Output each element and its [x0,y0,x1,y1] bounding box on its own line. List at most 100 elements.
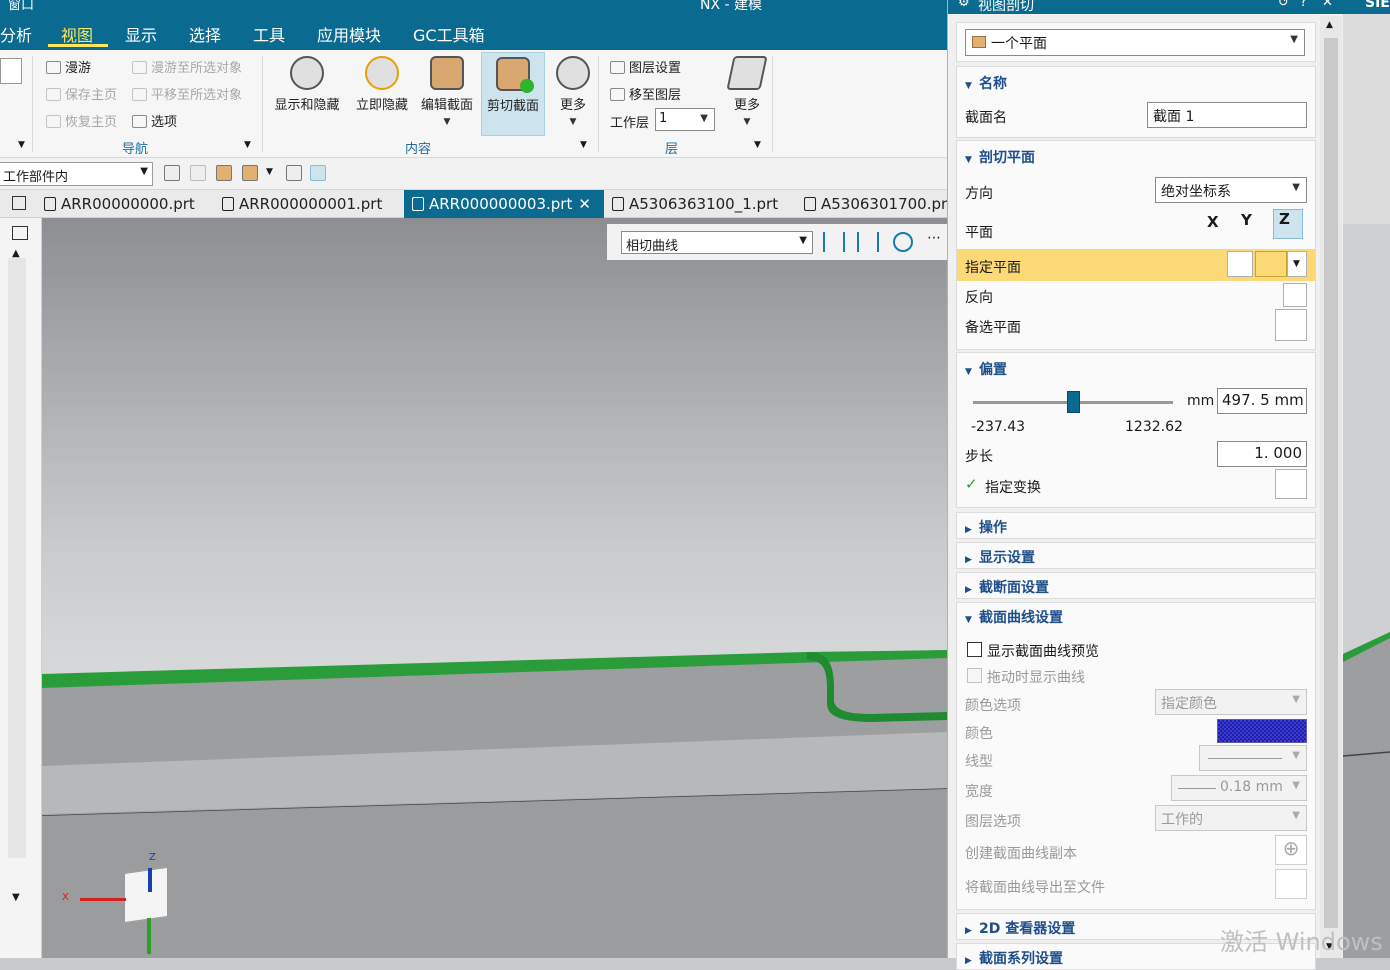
transform-icon[interactable] [1275,469,1307,499]
dialog-title-bar: ⚙ 视图剖切 ↺ ? ✕ [948,0,1344,14]
offset-value-input[interactable]: 497. 5 mm [1217,388,1307,414]
select-filter-icon[interactable] [164,165,180,181]
menu-gc-toolbox[interactable]: GC工具箱 [413,22,485,46]
immediate-hide-button[interactable]: 立即隐藏 [347,52,417,136]
menu-display[interactable]: 显示 [125,22,157,46]
menu-application[interactable]: 应用模块 [317,22,381,46]
menu-view[interactable]: 视图 [61,22,93,46]
pin-icon[interactable] [12,226,28,240]
section-lines-alt-icon[interactable] [857,232,879,252]
content-more-button[interactable]: 更多 ▼ [548,52,598,136]
scrollbar-thumb[interactable] [1324,38,1338,928]
save-home-button[interactable]: 保存主页 [46,84,117,103]
step-input[interactable]: 1. 000 [1217,441,1307,467]
chevron-down-icon[interactable]: ▼ [12,892,20,903]
chevron-up-icon[interactable]: ▲ [1326,20,1333,30]
more-dropdown-icon: ▼ [569,117,577,127]
options-button[interactable]: 选项 [132,111,177,130]
reset-icon[interactable]: ↺ [1278,0,1289,10]
menu-select[interactable]: 选择 [189,22,221,46]
layer-settings-button[interactable]: 图层设置 [610,57,681,76]
section-snap-icon[interactable] [893,232,913,252]
direction-select[interactable]: 绝对坐标系 ▼ [1155,177,1307,203]
edit-section-dropdown-icon: ▼ [443,117,451,127]
show-hide-button[interactable]: 显示和隐藏 [272,52,342,136]
export-file-icon[interactable] [1275,869,1307,899]
more-options-icon[interactable]: ⋯ [927,230,941,246]
work-layer-select[interactable]: 1 ▼ [655,108,715,131]
dialog-scrollbar[interactable]: ▲ ▼ [1320,16,1342,958]
show-hide-icon [290,56,324,90]
operation-header[interactable]: ▶ 操作 [965,517,1007,537]
move-to-layer-button[interactable]: 移至图层 [610,84,681,103]
offset-header[interactable]: ▼ 偏置 [965,359,1007,379]
assembly-select-icon[interactable] [242,165,258,181]
x-plane-icon[interactable]: X [1207,213,1233,239]
ribbon-expand-icon[interactable]: ▼ [18,140,25,150]
restore-home-button[interactable]: 恢复主页 [46,111,117,130]
y-plane-icon[interactable]: Y [1241,211,1267,237]
color-option-select[interactable]: 指定颜色 ▼ [1155,689,1307,715]
reverse-direction-icon[interactable] [1283,283,1307,307]
display-settings-header[interactable]: ▶ 显示设置 [965,547,1035,567]
section-lines-icon[interactable] [823,232,845,252]
content-group-expand-icon[interactable]: ▼ [580,140,587,150]
expand-icon: ▶ [965,926,972,936]
edit-section-button[interactable]: 编辑截面 ▼ [412,52,482,136]
ribbon-partial-button[interactable] [0,58,22,84]
document-tabs: ARR00000000.prt ARR000000001.prt ARR0000… [0,190,953,218]
layer-group-expand-icon[interactable]: ▼ [754,140,761,150]
ribbon: 漫游 漫游至所选对象 保存主页 平移至所选对象 恢复主页 选项 导航 ▼ ▼ 显… [0,50,950,158]
viewer-2d-header[interactable]: ▶ 2D 查看器设置 [965,918,1075,938]
shift-to-selection-button[interactable]: 平移至所选对象 [132,84,242,103]
cycle-icon[interactable] [1275,309,1307,341]
cut-face-settings-header[interactable]: ▶ 截断面设置 [965,577,1049,597]
menu-analysis[interactable]: 分析 [0,22,32,46]
layer-option-select[interactable]: 工作的 ▼ [1155,805,1307,831]
z-plane-icon[interactable]: Z [1273,209,1303,239]
line-type-select[interactable]: ▼ [1199,745,1307,771]
tab-arr000000003[interactable]: ARR000000003.prt ✕ [404,190,604,218]
tab-a5306301700[interactable]: A5306301700.prt [804,190,953,218]
menu-tools[interactable]: 工具 [253,22,285,46]
section-curve-header[interactable]: ▼ 截面曲线设置 [965,607,1063,627]
section-series-header[interactable]: ▶ 截面系列设置 [965,948,1063,968]
section-name-input[interactable]: 截面 1 [1147,102,1307,128]
type-select[interactable]: 一个平面 ▼ [965,29,1305,56]
plane-dialog-icon[interactable] [1227,251,1253,277]
window-icon[interactable] [12,196,26,210]
width-select[interactable]: 0.18 mm ▼ [1171,775,1307,801]
add-copy-icon[interactable]: ⊕ [1275,835,1307,865]
resource-scrollbar[interactable] [8,258,26,858]
color-swatch[interactable] [1217,719,1307,743]
drag-show-label: 拖动时显示曲线 [987,670,1085,686]
close-icon[interactable]: ✕ [1322,0,1333,10]
name-header[interactable]: ▼ 名称 [965,73,1007,93]
window-menu[interactable]: 窗口 [8,0,34,13]
plane-icon[interactable] [1255,251,1287,277]
layer-more-button[interactable]: 更多 ▼ [722,52,772,136]
tab-arr00000000[interactable]: ARR00000000.prt [44,190,195,218]
tab-a5306363100[interactable]: A5306363100_1.prt [612,190,778,218]
plane-dropdown-icon[interactable]: ▼ [1287,251,1307,277]
tab-arr000000001[interactable]: ARR000000001.prt [222,190,382,218]
pan-to-selection-button[interactable]: 漫游至所选对象 [132,57,242,76]
pan-button[interactable]: 漫游 [46,57,91,76]
clip-plane-header[interactable]: ▼ 剖切平面 [965,147,1035,167]
one-plane-icon [972,36,986,48]
box-select-icon[interactable] [286,165,302,181]
clip-section-button[interactable]: 剪切截面 [481,52,545,136]
close-icon[interactable]: ✕ [578,195,591,213]
offset-slider-thumb[interactable] [1067,391,1080,413]
nav-group-expand-icon[interactable]: ▼ [244,140,251,150]
graphics-window[interactable]: X Z [42,218,947,958]
type-filter-select[interactable]: 工作部件内 ▼ [0,162,153,186]
help-icon[interactable]: ? [1300,0,1307,10]
deselect-icon[interactable] [190,165,206,181]
body-select-icon[interactable] [310,165,326,181]
preview-checkbox[interactable] [967,642,982,657]
section-curve-mode-select[interactable]: 相切曲线 ▼ [621,231,813,254]
component-select-icon[interactable] [216,165,232,181]
drag-show-checkbox[interactable] [967,668,982,683]
chevron-down-icon[interactable]: ▼ [266,167,273,177]
